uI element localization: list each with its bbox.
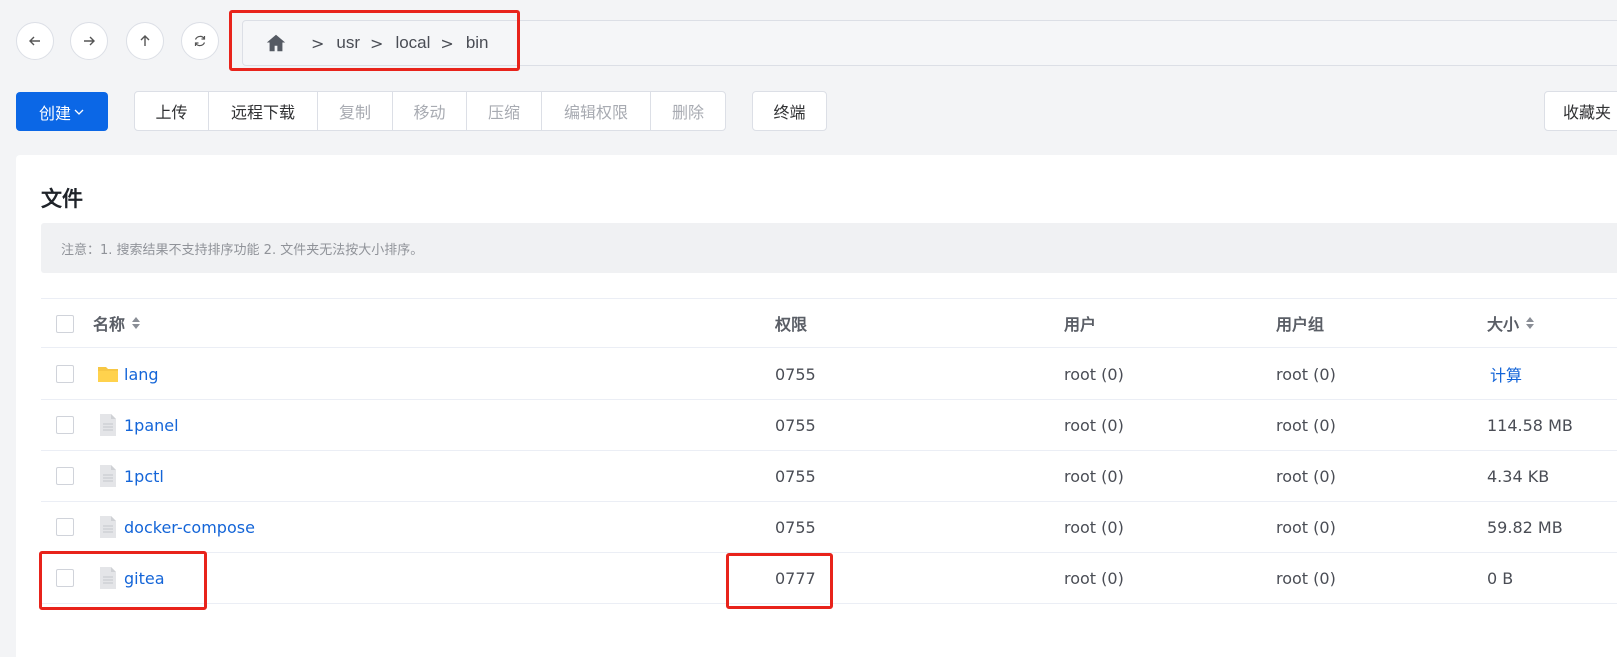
file-name-link[interactable]: lang (124, 365, 159, 384)
table-row[interactable]: lang 0755 root (0) root (0) 计算 (41, 349, 1617, 400)
permission-cell: 0755 (775, 517, 816, 537)
name-cell: 1pctl (96, 451, 164, 501)
file-icon (100, 414, 116, 436)
row-checkbox[interactable] (56, 467, 74, 485)
column-name[interactable]: 名称 (93, 299, 141, 347)
size-cell: 4.34 KB (1487, 466, 1550, 486)
user-cell: root (0) (1064, 364, 1124, 384)
row-checkbox[interactable] (56, 569, 74, 587)
compress-button[interactable]: 压缩 (467, 92, 542, 130)
sort-notice: 注意：1. 搜索结果不支持排序功能 2. 文件夹无法按大小排序。 (41, 223, 1617, 273)
user-cell: root (0) (1064, 466, 1124, 486)
path-separator: > (311, 33, 325, 53)
user-cell: root (0) (1064, 517, 1124, 537)
path-segment-bin[interactable]: bin (466, 33, 489, 53)
column-user: 用户 (1064, 315, 1097, 334)
folder-icon (98, 367, 118, 382)
column-permission: 权限 (775, 315, 808, 334)
name-cell: lang (96, 349, 159, 399)
group-cell: root (0) (1276, 415, 1336, 435)
row-checkbox[interactable] (56, 416, 74, 434)
permission-cell: 0755 (775, 364, 816, 384)
column-size-label: 大小 (1487, 315, 1520, 334)
file-name-link[interactable]: docker-compose (124, 518, 255, 537)
sort-icon[interactable] (131, 316, 141, 330)
path-separator: > (440, 33, 454, 53)
file-name-link[interactable]: 1pctl (124, 467, 164, 486)
user-cell: root (0) (1064, 415, 1124, 435)
group-cell: root (0) (1276, 568, 1336, 588)
row-checkbox[interactable] (56, 365, 74, 383)
column-group: 用户组 (1276, 315, 1325, 334)
size-cell: 114.58 MB (1487, 415, 1573, 435)
file-action-group: 上传 远程下载 复制 移动 压缩 编辑权限 删除 (134, 91, 726, 131)
file-name-link[interactable]: 1panel (124, 416, 179, 435)
create-button[interactable]: 创建 (16, 92, 108, 131)
group-cell: root (0) (1276, 364, 1336, 384)
name-cell: 1panel (96, 400, 179, 450)
forward-button[interactable] (70, 22, 108, 60)
file-name-link[interactable]: gitea (124, 569, 165, 588)
remote-download-button[interactable]: 远程下载 (209, 92, 318, 130)
upload-button[interactable]: 上传 (135, 92, 209, 130)
size-cell: 59.82 MB (1487, 517, 1563, 537)
path-breadcrumb[interactable]: > usr > local > bin (242, 20, 1617, 66)
column-size[interactable]: 大小 (1487, 299, 1535, 347)
table-row[interactable]: docker-compose 0755 root (0) root (0) 59… (41, 502, 1617, 553)
copy-button[interactable]: 复制 (318, 92, 393, 130)
arrow-right-icon (84, 36, 95, 46)
select-all-checkbox[interactable] (56, 315, 74, 333)
path-separator: > (370, 33, 384, 53)
file-panel: 文件 注意：1. 搜索结果不支持排序功能 2. 文件夹无法按大小排序。 名称 权… (16, 155, 1617, 657)
path-segment-local[interactable]: local (395, 33, 430, 53)
arrow-up-icon (140, 35, 150, 46)
refresh-button[interactable] (181, 22, 219, 60)
up-button[interactable] (126, 22, 164, 60)
chevron-down-icon (74, 109, 84, 115)
permission-cell: 0777 (775, 568, 816, 588)
group-cell: root (0) (1276, 466, 1336, 486)
favorites-button[interactable]: 收藏夹 (1544, 91, 1617, 131)
table-row[interactable]: 1pctl 0755 root (0) root (0) 4.34 KB (41, 451, 1617, 502)
path-segment-usr[interactable]: usr (336, 33, 360, 53)
name-cell: gitea (96, 553, 165, 603)
calculate-size-link[interactable]: 计算 (1490, 349, 1522, 399)
file-icon (100, 567, 116, 589)
refresh-icon (194, 35, 206, 47)
size-cell: 0 B (1487, 568, 1514, 588)
column-name-label: 名称 (93, 315, 126, 334)
terminal-button[interactable]: 终端 (752, 91, 827, 131)
row-checkbox[interactable] (56, 518, 74, 536)
create-label: 创建 (38, 103, 71, 123)
table-row[interactable]: gitea 0777 root (0) root (0) 0 B (41, 553, 1617, 604)
file-icon (100, 465, 116, 487)
panel-title: 文件 (41, 187, 83, 211)
name-cell: docker-compose (96, 502, 255, 552)
edit-permission-button[interactable]: 编辑权限 (542, 92, 651, 130)
permission-cell: 0755 (775, 415, 816, 435)
permission-cell: 0755 (775, 466, 816, 486)
group-cell: root (0) (1276, 517, 1336, 537)
file-icon (100, 516, 116, 538)
move-button[interactable]: 移动 (393, 92, 467, 130)
user-cell: root (0) (1064, 568, 1124, 588)
table-row[interactable]: 1panel 0755 root (0) root (0) 114.58 MB (41, 400, 1617, 451)
home-icon[interactable] (265, 32, 287, 54)
arrow-left-icon (29, 36, 40, 46)
table-header: 名称 权限 用户 用户组 大小 (41, 298, 1617, 348)
sort-icon[interactable] (1525, 316, 1535, 330)
delete-button[interactable]: 删除 (651, 92, 725, 130)
back-button[interactable] (16, 22, 54, 60)
